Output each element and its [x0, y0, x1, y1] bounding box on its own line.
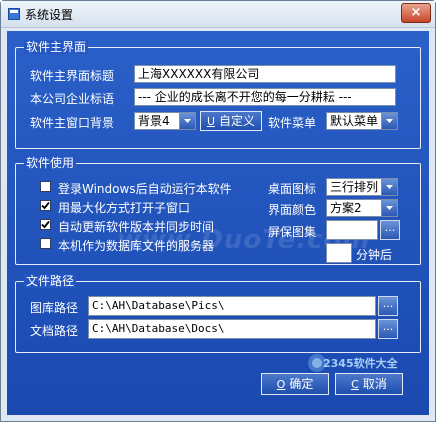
- cancel-label: 取消: [362, 377, 387, 391]
- minutes-label: 分钟后: [356, 248, 393, 262]
- option-label: 登录Windows后自动运行本软件: [58, 182, 232, 196]
- custom-button-label: 自定义: [219, 114, 256, 128]
- gallery-path-field[interactable]: C:\AH\Database\Pics\: [88, 296, 376, 316]
- ui-color-label: 界面颜色: [268, 203, 317, 217]
- chevron-down-icon: [381, 200, 397, 216]
- ok-button[interactable]: O 确定: [261, 373, 329, 395]
- ui-color-select[interactable]: 方案2: [326, 199, 398, 217]
- group-paths-title: 文件路径: [24, 274, 77, 288]
- checkbox[interactable]: [40, 238, 51, 249]
- desktop-icon-label: 桌面图标: [268, 182, 317, 196]
- cancel-hotkey: C: [351, 378, 359, 391]
- ok-hotkey: O: [276, 378, 286, 391]
- screensaver-label: 屏保图集: [268, 225, 317, 239]
- option-label: 用最大化方式打开子窗口: [58, 201, 191, 215]
- app-icon: [8, 8, 20, 20]
- screensaver-browse-button[interactable]: ...: [380, 220, 400, 240]
- checkbox[interactable]: [40, 200, 51, 211]
- desktop-icon-select[interactable]: 三行排列: [326, 178, 398, 196]
- background-label: 软件主窗口背景: [30, 116, 115, 130]
- desktop-icon-value: 三行排列: [330, 180, 379, 194]
- option-label: 自动更新软件版本并同步时间: [58, 220, 215, 234]
- minutes-field[interactable]: [326, 243, 352, 263]
- gallery-browse-button[interactable]: ...: [378, 296, 398, 316]
- client-area: www.DuoTe.com 软件主界面 软件主界面标题 上海XXXXXX有限公司…: [7, 31, 429, 415]
- chevron-down-icon: [179, 113, 195, 129]
- group-main-ui: 软件主界面 软件主界面标题 上海XXXXXX有限公司 本公司企业标语 --- 企…: [15, 40, 421, 149]
- ok-label: 确定: [289, 377, 314, 391]
- close-button[interactable]: ×: [401, 3, 431, 23]
- ui-color-value: 方案2: [330, 201, 362, 215]
- docs-path-field[interactable]: C:\AH\Database\Docs\: [88, 319, 376, 339]
- watermark-logo-text: 2345软件大全: [323, 357, 398, 370]
- custom-background-button[interactable]: U 自定义: [200, 111, 262, 131]
- checkbox[interactable]: [40, 219, 51, 230]
- menu-select[interactable]: 默认菜单: [326, 112, 398, 130]
- menu-value: 默认菜单: [330, 114, 379, 128]
- chevron-down-icon: [381, 179, 397, 195]
- settings-window: 系统设置 × www.DuoTe.com 软件主界面 软件主界面标题 上海XXX…: [0, 0, 436, 422]
- title-label: 软件主界面标题: [30, 69, 115, 83]
- option-label: 本机作为数据库文件的服务器: [58, 239, 215, 253]
- group-usage: 软件使用 登录Windows后自动运行本软件 用最大化方式打开子窗口 自动更新软…: [15, 156, 421, 265]
- docs-browse-button[interactable]: ...: [378, 319, 398, 339]
- group-paths: 文件路径 图库路径 C:\AH\Database\Pics\ ... 文档路径 …: [15, 274, 421, 353]
- group-usage-title: 软件使用: [24, 156, 77, 170]
- custom-button-hotkey: U: [206, 115, 216, 128]
- cancel-button[interactable]: C 取消: [335, 373, 403, 395]
- group-main-ui-title: 软件主界面: [24, 40, 89, 54]
- slogan-label: 本公司企业标语: [30, 92, 115, 106]
- checkbox[interactable]: [40, 181, 51, 192]
- screensaver-field[interactable]: [326, 220, 378, 240]
- gallery-path-label: 图库路径: [30, 301, 79, 315]
- background-value: 背景4: [138, 114, 170, 128]
- title-bar: 系统设置 ×: [1, 1, 435, 28]
- docs-path-label: 文档路径: [30, 324, 79, 338]
- background-select[interactable]: 背景4: [134, 112, 196, 130]
- slogan-field[interactable]: --- 企业的成长离不开您的每一分耕耘 ---: [134, 88, 396, 106]
- chevron-down-icon: [381, 113, 397, 129]
- title-field[interactable]: 上海XXXXXX有限公司: [134, 65, 396, 83]
- window-title: 系统设置: [25, 8, 74, 22]
- menu-label: 软件菜单: [268, 116, 317, 130]
